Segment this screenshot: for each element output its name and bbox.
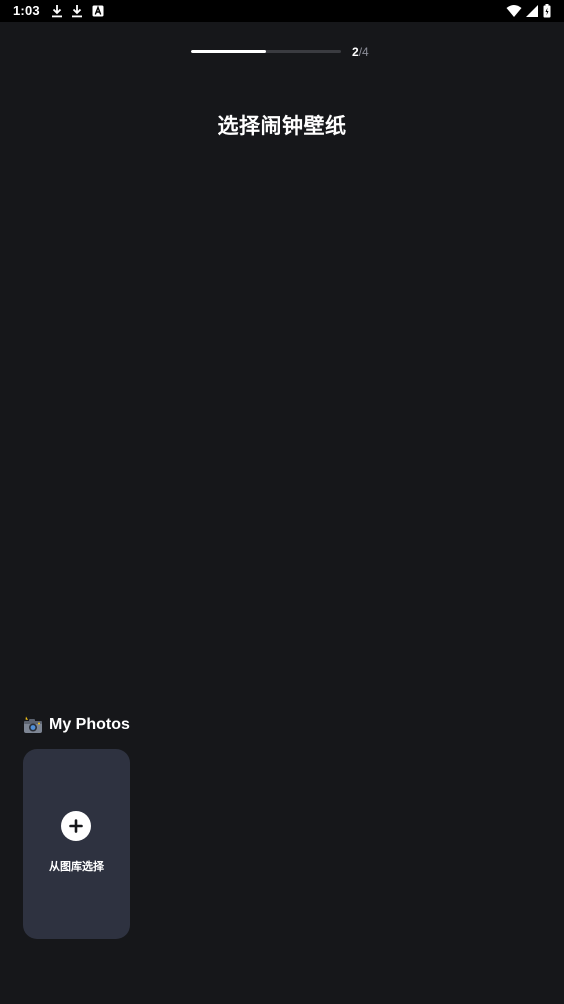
app-notification-icon: [92, 4, 105, 18]
screen: 1:03 2/4 选择闹钟壁纸 My Photos 从图库选择: [0, 0, 564, 1004]
add-icon[interactable]: [61, 811, 91, 841]
select-from-gallery-card[interactable]: 从图库选择: [23, 749, 130, 939]
progress-fill: [191, 50, 266, 53]
page-title: 选择闹钟壁纸: [217, 115, 347, 138]
progress-counter: 2/4: [352, 45, 369, 59]
wifi-icon: [506, 4, 522, 23]
status-bar: 1:03: [0, 0, 564, 22]
progress-total: /4: [358, 45, 369, 59]
signal-icon: [525, 4, 539, 23]
my-photos-header: My Photos: [23, 716, 130, 734]
progress-bar: [191, 50, 341, 53]
battery-icon: [543, 4, 551, 23]
status-time: 1:03: [13, 3, 40, 18]
progress-current: 2: [352, 45, 359, 59]
my-photos-label: My Photos: [49, 716, 130, 733]
download-icon: [71, 4, 84, 18]
download-icon: [51, 4, 64, 18]
camera-flash-icon: [23, 716, 43, 734]
select-from-gallery-label: 从图库选择: [49, 861, 104, 873]
